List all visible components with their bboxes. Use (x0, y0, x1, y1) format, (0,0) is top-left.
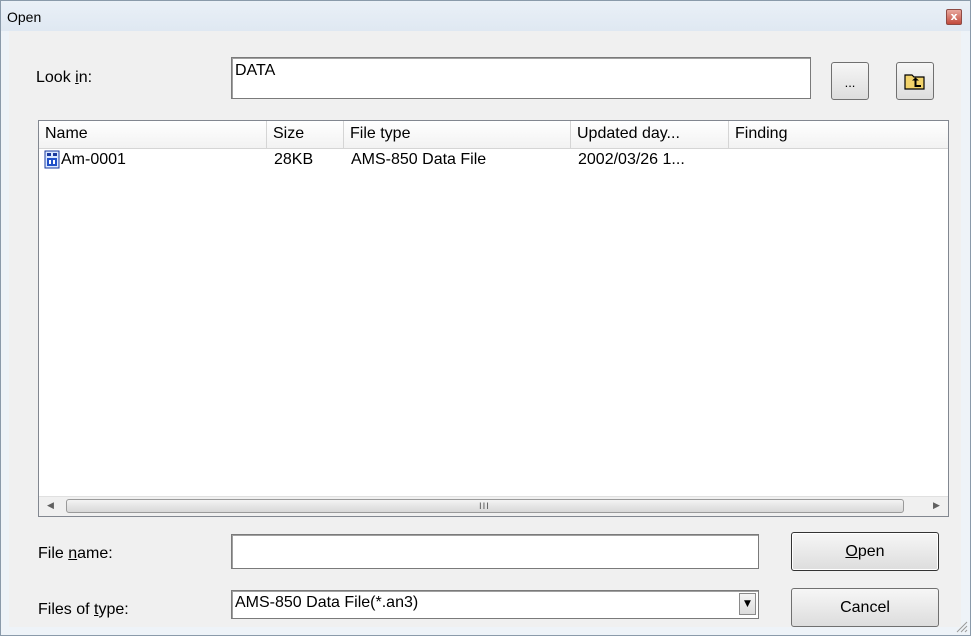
look-in-field[interactable]: DATA (231, 57, 811, 99)
up-folder-button[interactable] (896, 62, 934, 100)
data-file-icon (44, 150, 60, 169)
dialog-title: Open (7, 9, 42, 25)
list-header: Name Size File type Updated day... Findi… (39, 121, 948, 149)
scroll-right-arrow-icon[interactable]: ▶ (927, 497, 946, 516)
column-header-updated-day[interactable]: Updated day... (571, 121, 729, 148)
file-name-cell: Am-0001 (61, 151, 126, 168)
scroll-grip: III (479, 502, 490, 512)
file-type-select[interactable]: AMS-850 Data File(*.an3) ▼ (231, 590, 759, 619)
file-type-value: AMS-850 Data File(*.an3) (235, 594, 419, 611)
dropdown-arrow-icon[interactable]: ▼ (739, 593, 756, 615)
up-folder-icon (904, 74, 925, 90)
file-type-cell: AMS-850 Data File (351, 151, 487, 168)
scroll-thumb[interactable]: III (66, 499, 904, 513)
column-header-finding[interactable]: Finding (729, 121, 948, 148)
browse-button[interactable]: ... (831, 62, 869, 100)
close-button[interactable]: x (946, 9, 962, 25)
resize-grip-icon[interactable] (954, 619, 968, 633)
file-name-input[interactable] (231, 534, 759, 569)
scroll-left-arrow-icon[interactable]: ◀ (41, 497, 60, 516)
file-size-cell: 28KB (274, 151, 314, 168)
horizontal-scrollbar[interactable]: ◀ III ▶ (39, 496, 948, 516)
column-header-size[interactable]: Size (267, 121, 344, 148)
cancel-button[interactable]: Cancel (791, 588, 939, 627)
open-button[interactable]: Open (791, 532, 939, 571)
files-of-type-label: Files of type: (38, 601, 129, 618)
open-dialog: Open x Look in: DATA ... Name Size File … (0, 0, 971, 636)
file-list[interactable]: Name Size File type Updated day... Findi… (38, 120, 949, 517)
dialog-body: Look in: DATA ... Name Size File type Up… (9, 31, 961, 627)
column-header-name[interactable]: Name (39, 121, 267, 148)
list-item[interactable]: Am-0001 28KB AMS-850 Data File 2002/03/2… (39, 149, 948, 171)
title-bar[interactable]: Open x (1, 1, 970, 31)
file-updated-cell: 2002/03/26 1... (578, 151, 685, 168)
column-header-file-type[interactable]: File type (344, 121, 571, 148)
look-in-label: Look in: (36, 69, 93, 86)
file-name-label: File name: (38, 545, 113, 562)
